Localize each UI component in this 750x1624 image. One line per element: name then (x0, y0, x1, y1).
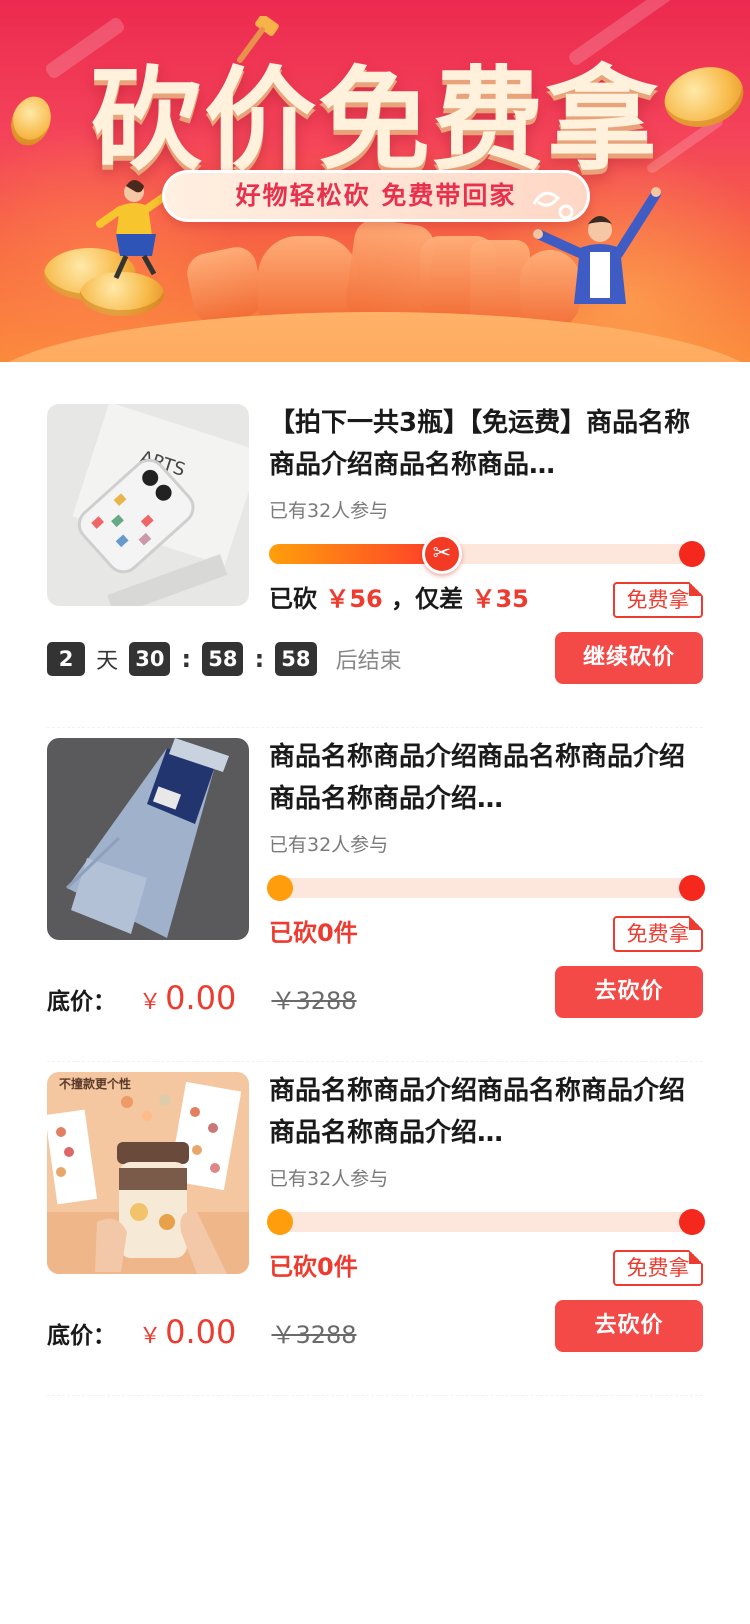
status-prefix: 已砍 (269, 585, 317, 613)
banner-slogan: 好物轻松砍 免费带回家 (162, 170, 590, 222)
product-name[interactable]: 【拍下一共3瓶】【免运费】商品名称商品介绍商品名称商品… (269, 402, 703, 486)
price-row: 底价： ￥ 0.00 ￥3288 (47, 1312, 357, 1352)
item-footer: 底价： ￥ 0.00 ￥3288 去砍价 (47, 966, 703, 1018)
bargain-status: 已砍0件 免费拿 (269, 1250, 703, 1286)
status-text: 已砍0件 (269, 919, 358, 947)
countdown-minutes: 58 (202, 642, 244, 676)
go-bargain-button[interactable]: 去砍价 (555, 966, 703, 1018)
countdown-day-unit: 天 (96, 649, 119, 674)
free-badge: 免费拿 (613, 582, 703, 618)
floor-price-label: 底价： (47, 1323, 116, 1349)
price-row: 底价： ￥ 0.00 ￥3288 (47, 978, 357, 1018)
progress-end-dot (679, 541, 705, 567)
cup-image: 不撞款更个性 (47, 1072, 249, 1274)
floor-price-value: 0.00 (165, 979, 237, 1017)
phone-case-image: ARTS (47, 404, 249, 606)
currency-symbol: ￥ (139, 1324, 162, 1349)
item-footer: 2 天 30 : 58 : 58 后结束 继续砍价 (47, 632, 703, 684)
bargain-list: ARTS 【拍下一共3瓶】【免运费】商品名称商品介绍商品名称商品… 已有32人参… (0, 362, 750, 1396)
progress-end-dot (679, 875, 705, 901)
countdown-separator: : (181, 645, 192, 673)
product-name[interactable]: 商品名称商品介绍商品名称商品介绍商品名称商品介绍… (269, 1070, 703, 1154)
participant-count: 已有32人参与 (269, 500, 389, 522)
progress-fill (269, 544, 444, 564)
bargain-status: 已砍0件 免费拿 (269, 916, 703, 952)
item-info: 商品名称商品介绍商品名称商品介绍商品名称商品介绍… 已有32人参与 已砍0件 免… (267, 1062, 705, 1286)
floor-price-value: 0.00 (165, 1313, 237, 1351)
progress-start-dot (267, 875, 293, 901)
original-price: ￥3288 (271, 987, 357, 1015)
participant-count: 已有32人参与 (269, 1168, 389, 1190)
knife-icon: ✂ (422, 534, 462, 574)
item-info: 商品名称商品介绍商品名称商品介绍商品名称商品介绍… 已有32人参与 已砍0件 免… (267, 728, 705, 952)
image-caption: 不撞款更个性 (59, 1076, 131, 1091)
product-image[interactable] (47, 738, 249, 940)
original-price: ￥3288 (271, 1321, 357, 1349)
countdown-separator: : (254, 645, 265, 673)
product-name[interactable]: 商品名称商品介绍商品名称商品介绍商品名称商品介绍… (269, 736, 703, 820)
bargain-item[interactable]: ARTS 【拍下一共3瓶】【免运费】商品名称商品介绍商品名称商品… 已有32人参… (47, 394, 705, 728)
progress-start-dot (267, 1209, 293, 1235)
jeans-image (47, 738, 249, 940)
item-info: 【拍下一共3瓶】【免运费】商品名称商品介绍商品名称商品… 已有32人参与 ✂ 已… (269, 394, 705, 618)
countdown-timer: 2 天 30 : 58 : 58 后结束 (47, 642, 402, 676)
go-bargain-button[interactable]: 去砍价 (555, 1300, 703, 1352)
bargain-status: 已砍 ￥56 ，仅差 ￥35 免费拿 (269, 582, 703, 618)
progress-end-dot (679, 1209, 705, 1235)
floor-price: ￥ 0.00 (139, 1313, 236, 1351)
swirl-decoration-icon (532, 191, 574, 220)
product-image[interactable]: ARTS (47, 404, 249, 606)
remaining-amount: ￥35 (471, 585, 529, 613)
gift-box-icon (183, 243, 267, 327)
status-mid: ，仅差 (391, 585, 464, 613)
countdown-days: 2 (47, 642, 85, 676)
bag-icon (258, 236, 358, 322)
free-badge: 免费拿 (613, 916, 703, 952)
participant-count: 已有32人参与 (269, 834, 389, 856)
status-text: 已砍0件 (269, 1253, 358, 1281)
free-badge: 免费拿 (613, 1250, 703, 1286)
bargain-item[interactable]: 商品名称商品介绍商品名称商品介绍商品名称商品介绍… 已有32人参与 已砍0件 免… (47, 728, 705, 1062)
currency-symbol: ￥ (139, 990, 162, 1015)
floor-price-label: 底价： (47, 989, 116, 1015)
countdown-seconds: 58 (275, 642, 317, 676)
bargain-progress-bar (267, 875, 705, 901)
continue-bargain-button[interactable]: 继续砍价 (555, 632, 703, 684)
cut-amount: ￥56 (325, 585, 383, 613)
floor-price: ￥ 0.00 (139, 979, 236, 1017)
countdown-hours: 30 (129, 642, 171, 676)
countdown-suffix: 后结束 (335, 649, 402, 674)
bargain-progress-bar: ✂ (269, 534, 705, 574)
promo-banner: 砍价免费拿 好物轻松砍 免费带回家 (0, 0, 750, 362)
woman-figure-icon (96, 180, 172, 280)
bargain-progress-bar (267, 1209, 705, 1235)
banner-title: 砍价免费拿 (90, 56, 660, 186)
bargain-item[interactable]: 不撞款更个性 商品名称商品介绍商品名称商品介绍商品名称商品介绍… 已有32人参与… (47, 1062, 705, 1396)
item-footer: 底价： ￥ 0.00 ￥3288 去砍价 (47, 1300, 703, 1352)
product-image[interactable]: 不撞款更个性 (47, 1072, 249, 1274)
